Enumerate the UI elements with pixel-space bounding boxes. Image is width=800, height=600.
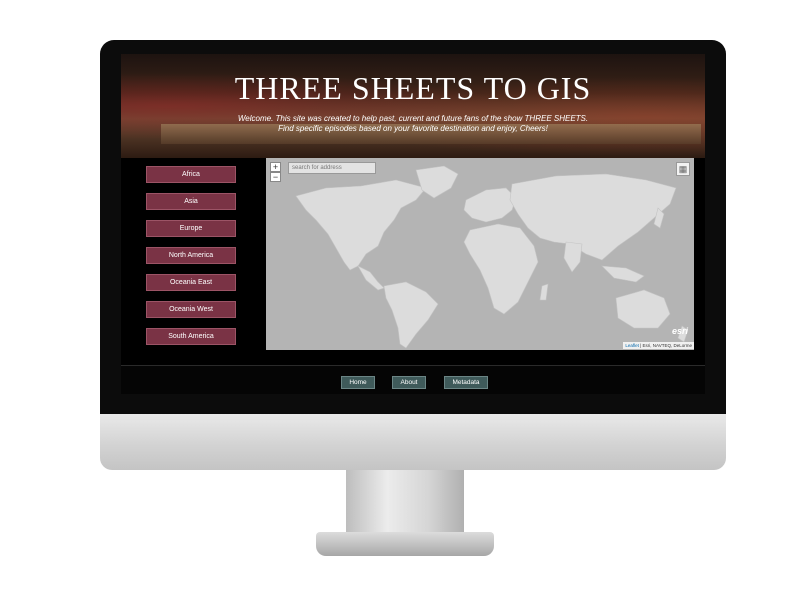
- landmass-central-america: [357, 265, 385, 291]
- landmass-europe: [463, 187, 517, 223]
- landmass-north-america: [295, 179, 427, 271]
- landmass-south-america: [383, 281, 439, 349]
- screen: THREE SHEETS TO GIS Welcome. This site w…: [121, 54, 705, 394]
- nav-metadata-button[interactable]: Metadata: [444, 376, 488, 389]
- monitor-stand-neck: [346, 470, 464, 536]
- landmass-madagascar: [539, 283, 549, 301]
- region-button-europe[interactable]: Europe: [146, 220, 236, 237]
- landmass-australia: [615, 289, 671, 329]
- zoom-out-button[interactable]: −: [270, 172, 281, 182]
- esri-logo: esri: [671, 326, 688, 336]
- landmass-southeast-asia: [601, 265, 645, 283]
- welcome-text: Welcome. This site was created to help p…: [121, 114, 705, 134]
- world-map[interactable]: + − search for address ▦ esri Leaflet | …: [266, 158, 694, 350]
- monitor-stand-base: [316, 532, 494, 556]
- zoom-in-button[interactable]: +: [270, 162, 281, 172]
- map-attribution: Leaflet | Esri, NAVTEQ, DeLorme: [623, 342, 694, 349]
- address-search-input[interactable]: search for address: [288, 162, 376, 174]
- landmass-greenland: [415, 165, 459, 199]
- attribution-text: | Esri, NAVTEQ, DeLorme: [640, 343, 692, 348]
- region-button-north-america[interactable]: North America: [146, 247, 236, 264]
- world-map-basemap: [295, 165, 689, 349]
- header-banner: THREE SHEETS TO GIS Welcome. This site w…: [121, 54, 705, 158]
- region-button-asia[interactable]: Asia: [146, 193, 236, 210]
- nav-about-button[interactable]: About: [392, 376, 426, 389]
- welcome-line-1: Welcome. This site was created to help p…: [237, 114, 589, 123]
- landmass-india: [563, 241, 583, 273]
- monitor-chin: [100, 414, 726, 470]
- landmass-asia: [509, 173, 677, 261]
- site-title: THREE SHEETS TO GIS: [234, 70, 592, 106]
- landmass-africa: [463, 223, 539, 315]
- region-button-oceania-east[interactable]: Oceania East: [146, 274, 236, 291]
- region-button-south-america[interactable]: South America: [146, 328, 236, 345]
- leaflet-link[interactable]: Leaflet: [625, 343, 639, 348]
- welcome-line-2: Find specific episodes based on your fav…: [278, 124, 548, 133]
- layers-icon[interactable]: ▦: [676, 162, 690, 176]
- nav-home-button[interactable]: Home: [341, 376, 375, 389]
- region-button-africa[interactable]: Africa: [146, 166, 236, 183]
- region-button-oceania-west[interactable]: Oceania West: [146, 301, 236, 318]
